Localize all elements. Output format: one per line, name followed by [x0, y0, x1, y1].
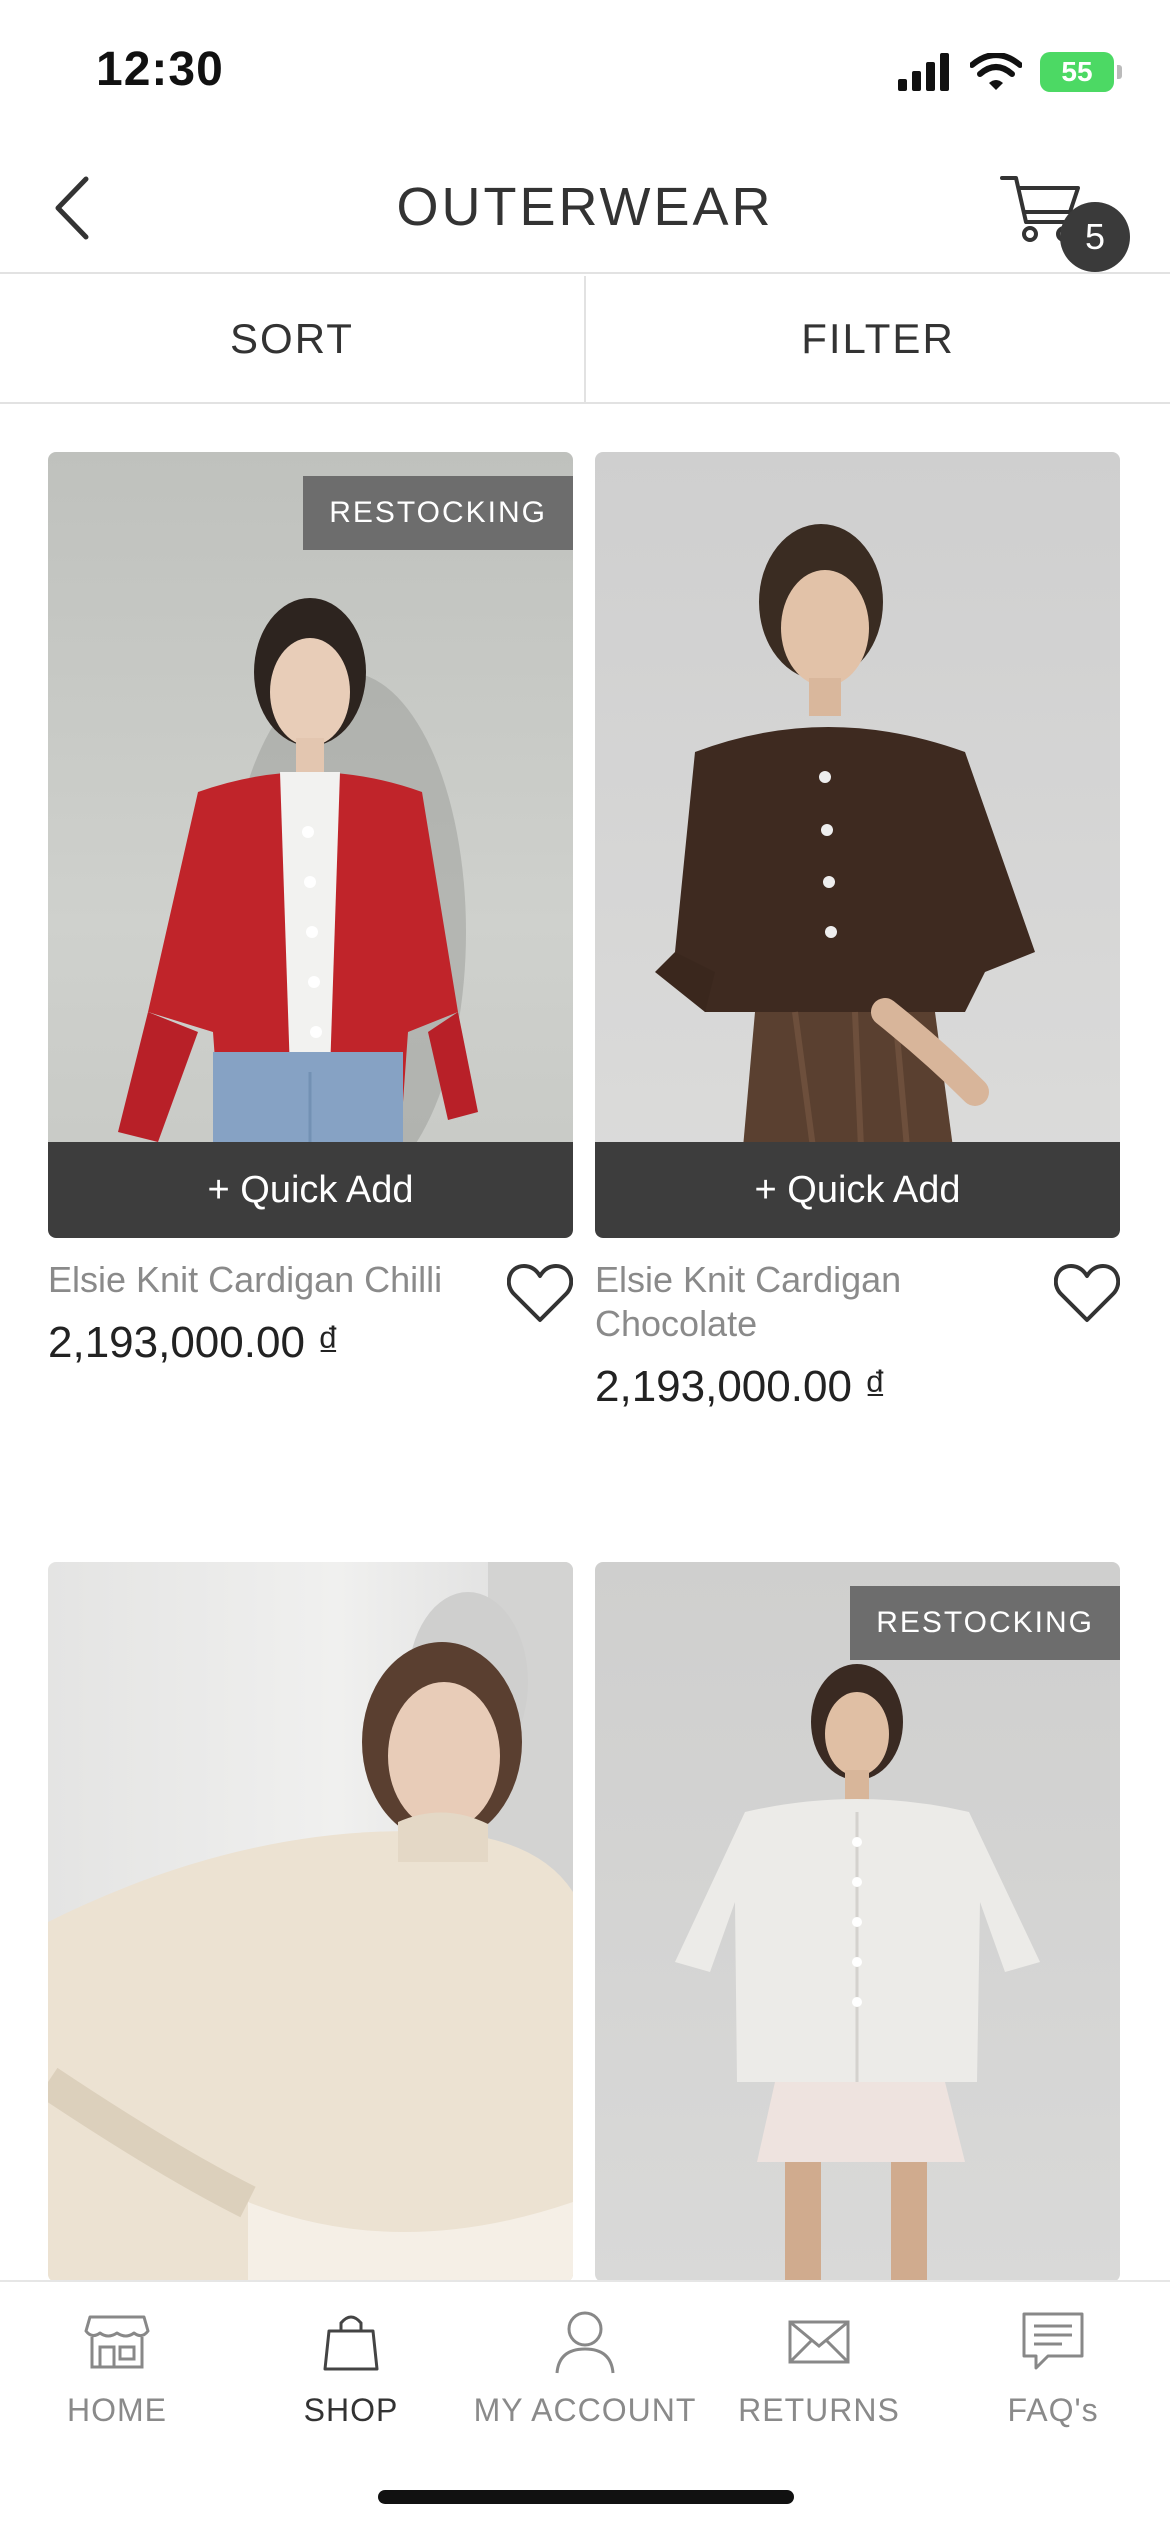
tab-label: RETURNS [738, 2392, 900, 2428]
storefront-icon [84, 2315, 150, 2369]
product-photo-chocolate-cardigan [655, 524, 1035, 1238]
product-photo-cream-sweater [48, 1562, 573, 2282]
sort-button[interactable]: SORT [0, 276, 584, 402]
product-card[interactable] [48, 1562, 573, 2282]
cart-count-badge: 5 [1060, 202, 1130, 272]
tab-label: MY ACCOUNT [473, 2392, 697, 2428]
tab-faqs[interactable]: FAQ's [936, 2304, 1170, 2429]
sort-filter-bar: SORT FILTER [0, 276, 1170, 404]
product-card[interactable]: RESTOCKING + Quick Add Elsie Knit Cardig… [48, 452, 574, 1492]
signal-icon [898, 53, 949, 91]
home-indicator[interactable] [378, 2490, 794, 2504]
restocking-badge: RESTOCKING [303, 476, 573, 550]
status-time: 12:30 [96, 43, 224, 96]
tab-label: FAQ's [1007, 2392, 1099, 2428]
product-name[interactable]: Elsie Knit Cardigan Chocolate [595, 1258, 1035, 1346]
product-card[interactable]: RESTOCKING [595, 1562, 1120, 2282]
tab-label: SHOP [303, 2392, 399, 2428]
wishlist-button[interactable] [506, 1262, 574, 1324]
product-image[interactable]: + Quick Add [595, 452, 1120, 1238]
battery-indicator: 55 [1040, 52, 1122, 92]
product-image[interactable]: RESTOCKING [595, 1562, 1120, 2282]
chat-icon [1022, 2312, 1084, 2370]
product-image[interactable] [48, 1562, 573, 2282]
user-icon [555, 2311, 615, 2374]
battery-level: 55 [1061, 56, 1093, 87]
filter-button[interactable]: FILTER [584, 276, 1170, 402]
product-photo-white-cardigan [675, 1664, 1040, 2282]
heart-icon [1053, 1264, 1121, 1322]
product-photo-red-cardigan [118, 598, 478, 1238]
header: OUTERWEAR 5 [0, 140, 1170, 274]
tab-label: HOME [67, 2392, 167, 2428]
product-card[interactable]: + Quick Add Elsie Knit Cardigan Chocolat… [595, 452, 1121, 1492]
cart-button[interactable]: 5 [1000, 162, 1130, 272]
shopping-bag-icon [323, 2315, 379, 2371]
product-price: 2,193,000.00 ₫ [48, 1318, 340, 1367]
heart-icon [506, 1264, 574, 1322]
product-name[interactable]: Elsie Knit Cardigan Chilli [48, 1258, 488, 1302]
tab-returns[interactable]: RETURNS [702, 2304, 936, 2429]
wifi-icon [970, 53, 1022, 90]
product-image[interactable]: RESTOCKING + Quick Add [48, 452, 573, 1238]
tab-my-account[interactable]: MY ACCOUNT [468, 2304, 702, 2429]
tab-home[interactable]: HOME [0, 2304, 234, 2429]
wishlist-button[interactable] [1053, 1262, 1121, 1324]
restocking-badge: RESTOCKING [850, 1586, 1120, 1660]
page-title: OUTERWEAR [396, 177, 774, 237]
battery-tip [1117, 65, 1122, 79]
tab-shop[interactable]: SHOP [234, 2304, 468, 2429]
envelope-icon [788, 2320, 850, 2364]
quick-add-button[interactable]: + Quick Add [48, 1142, 573, 1238]
status-icons: 55 [898, 52, 1122, 92]
status-bar: 12:30 55 [0, 0, 1170, 140]
product-price: 2,193,000.00 ₫ [595, 1362, 887, 1411]
quick-add-button[interactable]: + Quick Add [595, 1142, 1120, 1238]
